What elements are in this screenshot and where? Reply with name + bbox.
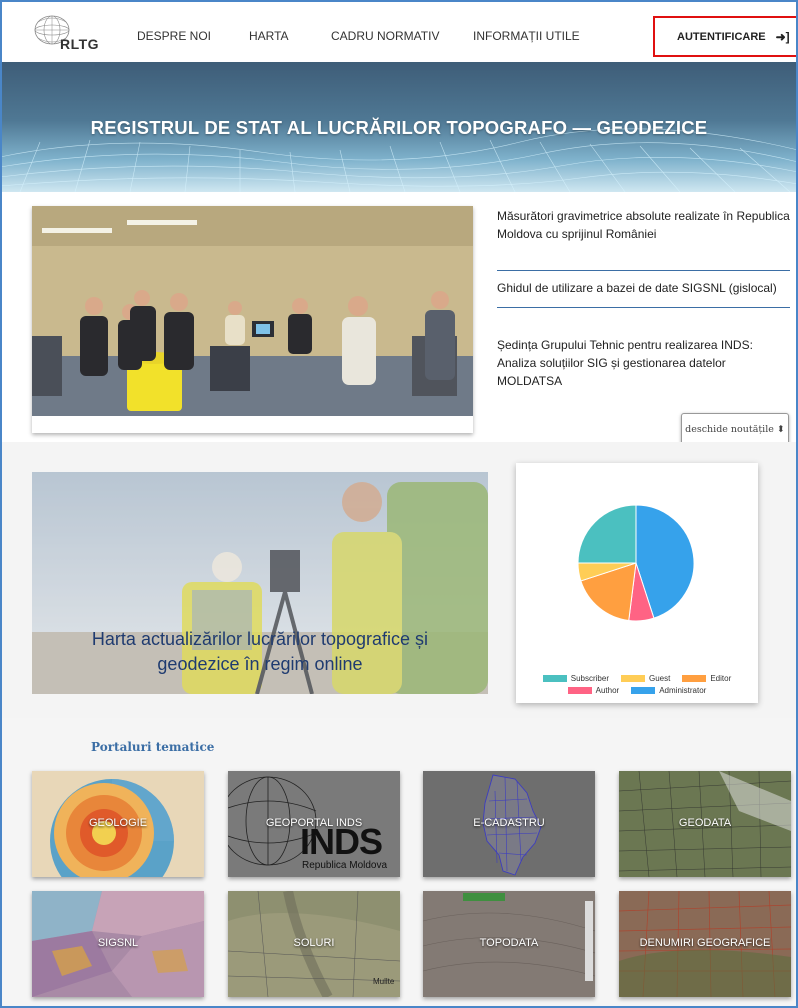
news-photo[interactable] <box>32 206 473 433</box>
portal-tile-sigsnl[interactable]: SIGSNL <box>32 891 204 997</box>
news-item-1[interactable]: Măsurători gravimetrice absolute realiza… <box>497 207 793 243</box>
tile-label: TOPODATA <box>479 937 539 949</box>
login-button[interactable]: AUTENTIFICARE ➜] <box>653 16 798 57</box>
portal-tile-geologie[interactable]: GEOLOGIE <box>32 771 204 877</box>
portal-tile-geoportal-inds[interactable]: INDS Republica Moldova GEOPORTAL INDS <box>228 771 400 877</box>
portal-tile-geodata[interactable]: GEODATA <box>619 771 791 877</box>
legend-author: Author <box>567 686 619 695</box>
portal-tile-topodata[interactable]: TOPODATA <box>423 891 595 997</box>
banner-title: REGISTRUL DE STAT AL LUCRĂRILOR TOPOGRAF… <box>90 117 708 138</box>
portal-tile-e-cadastru[interactable]: E-CADASTRU <box>423 771 595 877</box>
map-caption: Harta actualizărilor lucrărilor topograf… <box>91 629 429 674</box>
tile-label: GEOLOGIE <box>88 817 148 829</box>
login-label: AUTENTIFICARE <box>677 30 766 43</box>
pie-chart <box>577 504 695 622</box>
legend-administrator: Administrator <box>631 686 706 695</box>
lab-group-photo-image <box>32 206 473 416</box>
tile-label: E-CADASTRU <box>473 817 545 829</box>
nav-cadru-normativ[interactable]: CADRU NORMATIV <box>331 29 439 43</box>
hero-banner: REGISTRUL DE STAT AL LUCRĂRILOR TOPOGRAF… <box>0 62 798 192</box>
chart-legend-row-2: Author Administrator <box>516 686 758 695</box>
nav-despre-noi[interactable]: DESPRE NOI <box>137 29 211 43</box>
logo-text: RLTG <box>60 36 100 52</box>
legend-editor: Editor <box>682 674 731 683</box>
map-place-label: Mullte <box>373 977 395 986</box>
tile-label: SIGSNL <box>97 937 139 949</box>
portal-tile-soluri[interactable]: Mullte SOLURI <box>228 891 400 997</box>
nav-harta[interactable]: HARTA <box>249 29 289 43</box>
legend-subscriber: Subscriber <box>542 674 609 683</box>
tile-label: GEOPORTAL INDS <box>265 817 363 829</box>
sign-in-icon: ➜] <box>775 29 790 44</box>
tile-label: SOLURI <box>293 937 335 949</box>
news-separator <box>497 270 790 271</box>
tile-label: DENUMIRI GEOGRAFICE <box>639 937 771 949</box>
pie-slice-subscriber[interactable] <box>577 504 637 564</box>
legend-guest: Guest <box>621 674 670 683</box>
inds-subtitle: Republica Moldova <box>302 860 388 871</box>
portal-tile-denumiri-geografice[interactable]: DENUMIRI GEOGRAFICE <box>619 891 791 997</box>
chart-legend-row-1: Subscriber Guest Editor <box>516 674 758 683</box>
site-header: RLTG DESPRE NOI HARTA CADRU NORMATIV INF… <box>0 0 798 62</box>
news-separator <box>497 307 790 308</box>
online-map-card[interactable]: Harta actualizărilor lucrărilor topograf… <box>32 472 488 694</box>
user-roles-chart: Subscriber Guest Editor Author Administr… <box>516 463 758 703</box>
nav-informatii-utile[interactable]: INFORMAȚII UTILE <box>473 29 580 43</box>
news-item-3[interactable]: Ședința Grupului Tehnic pentru realizare… <box>497 336 793 390</box>
tile-label: GEODATA <box>678 817 732 829</box>
news-item-2[interactable]: Ghidul de utilizare a bazei de date SIGS… <box>497 279 793 297</box>
portals-title: Portaluri tematice <box>91 740 215 754</box>
